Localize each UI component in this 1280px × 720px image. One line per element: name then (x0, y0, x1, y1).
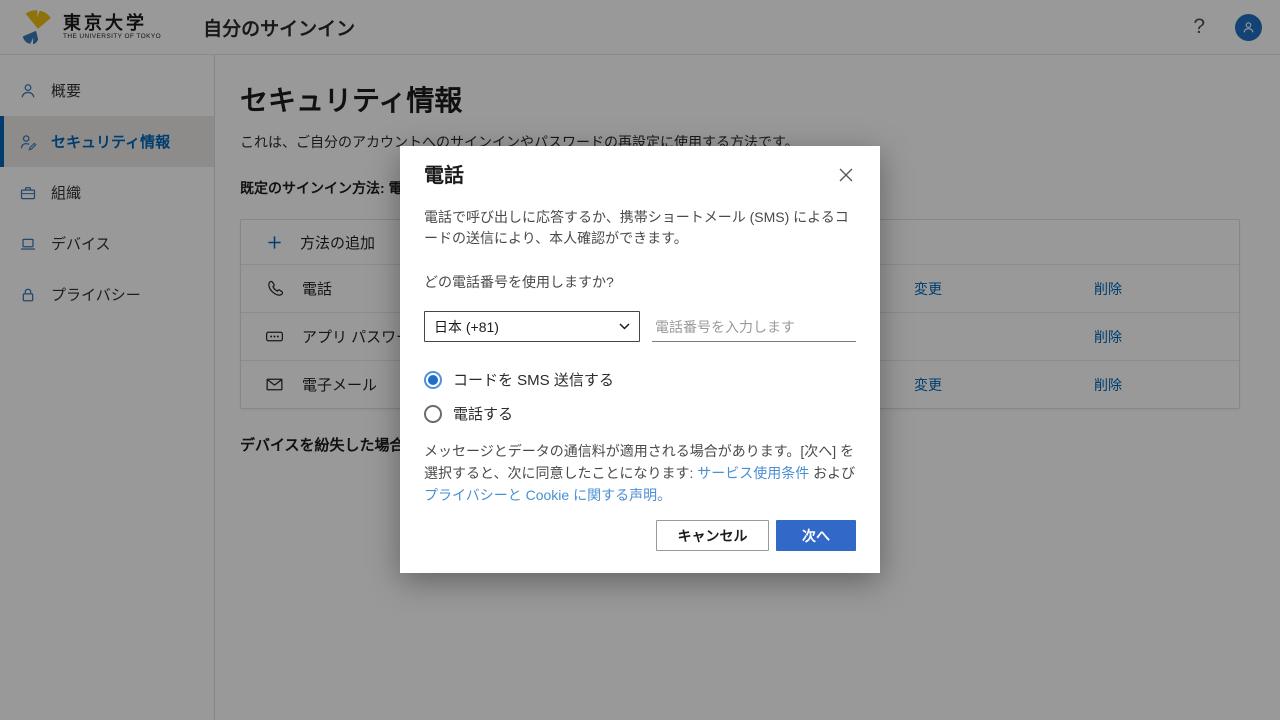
radio-sms-label: コードを SMS 送信する (453, 369, 614, 390)
close-icon[interactable] (836, 165, 856, 190)
radio-unselected-icon (424, 405, 442, 423)
next-button[interactable]: 次へ (776, 520, 856, 551)
dialog-title: 電話 (424, 163, 464, 189)
terms-notice: メッセージとデータの通信料が適用される場合があります。[次へ] を選択すると、次… (424, 440, 856, 506)
country-code-dropdown[interactable]: 日本 (+81) (424, 311, 640, 342)
phone-number-question: どの電話番号を使用しますか? (424, 272, 856, 292)
terms-of-service-link[interactable]: サービス使用条件 (697, 465, 809, 481)
dialog-description: 電話で呼び出しに応答するか、携帯ショートメール (SMS) によるコードの送信に… (424, 207, 856, 249)
phone-dialog: 電話 電話で呼び出しに応答するか、携帯ショートメール (SMS) によるコードの… (400, 146, 880, 573)
verification-method-radios: コードを SMS 送信する 電話する (424, 369, 856, 424)
country-code-selected: 日本 (+81) (434, 317, 499, 337)
radio-option-sms[interactable]: コードを SMS 送信する (424, 369, 856, 390)
privacy-cookie-statement-link[interactable]: プライバシーと Cookie に関する声明。 (424, 487, 671, 503)
chevron-down-icon (619, 323, 630, 330)
radio-selected-icon (424, 371, 442, 389)
radio-option-call[interactable]: 電話する (424, 403, 856, 424)
cancel-button[interactable]: キャンセル (656, 520, 769, 551)
phone-number-input[interactable] (652, 312, 856, 342)
terms-text-2: および (809, 465, 855, 481)
radio-call-label: 電話する (453, 403, 513, 424)
